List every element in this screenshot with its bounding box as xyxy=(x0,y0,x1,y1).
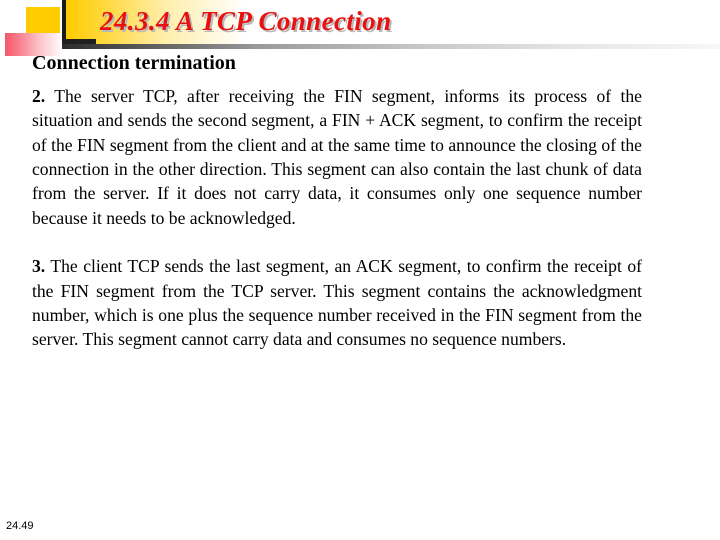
page-number: 24.49 xyxy=(6,520,34,532)
slide: 24.3.4 A TCP Connection Connection termi… xyxy=(0,0,720,540)
body-paragraph: 2. The server TCP, after receiving the F… xyxy=(32,84,642,230)
slide-title: 24.3.4 A TCP Connection xyxy=(100,6,392,36)
yellow-square-accent xyxy=(26,7,60,39)
paragraph-number: 3. xyxy=(32,256,46,277)
slide-content: Connection termination 2. The server TCP… xyxy=(32,52,642,352)
paragraph-text: The server TCP, after receiving the FIN … xyxy=(32,86,642,228)
section-subtitle: Connection termination xyxy=(32,52,236,74)
body-paragraph: 3. The client TCP sends the last segment… xyxy=(32,254,642,351)
paragraph-text: The client TCP sends the last segment, a… xyxy=(32,256,642,350)
header-divider-rule xyxy=(62,44,720,49)
vertical-black-bar xyxy=(62,0,66,45)
dark-block-accent xyxy=(62,39,96,46)
paragraph-number: 2. xyxy=(32,86,46,106)
